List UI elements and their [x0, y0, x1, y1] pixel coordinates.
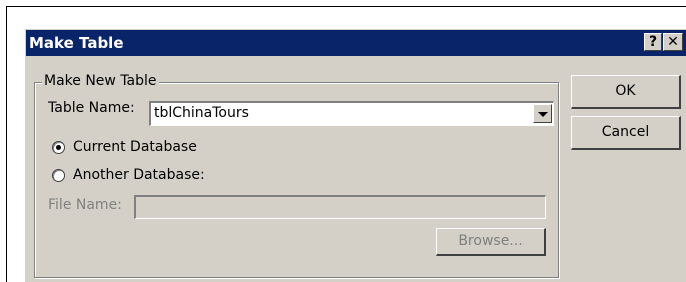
file-name-field[interactable]: [134, 195, 546, 219]
radio-checked-icon[interactable]: [52, 140, 65, 154]
another-database-option[interactable]: Another Database:: [52, 167, 205, 183]
table-name-combobox[interactable]: tblChinaTours: [149, 101, 554, 126]
close-icon: ✕: [667, 34, 679, 50]
current-database-label: Current Database: [73, 139, 197, 155]
chevron-down-icon[interactable]: [533, 104, 552, 123]
group-legend: Make New Table: [42, 73, 159, 89]
dialog-title: Make Table: [29, 34, 124, 52]
file-name-label: File Name:: [48, 197, 122, 213]
another-database-label: Another Database:: [73, 167, 205, 183]
help-button[interactable]: ?: [644, 33, 662, 51]
title-bar: Make Table ? ✕: [26, 30, 686, 56]
current-database-option[interactable]: Current Database: [52, 139, 197, 155]
browse-button[interactable]: Browse...: [436, 228, 546, 256]
table-name-value: tblChinaTours: [154, 105, 249, 121]
cancel-button[interactable]: Cancel: [571, 116, 681, 150]
radio-unchecked-icon[interactable]: [52, 168, 65, 182]
help-icon: ?: [648, 34, 658, 50]
table-name-label: Table Name:: [48, 100, 135, 116]
ok-button[interactable]: OK: [571, 75, 681, 109]
close-button[interactable]: ✕: [663, 33, 683, 51]
